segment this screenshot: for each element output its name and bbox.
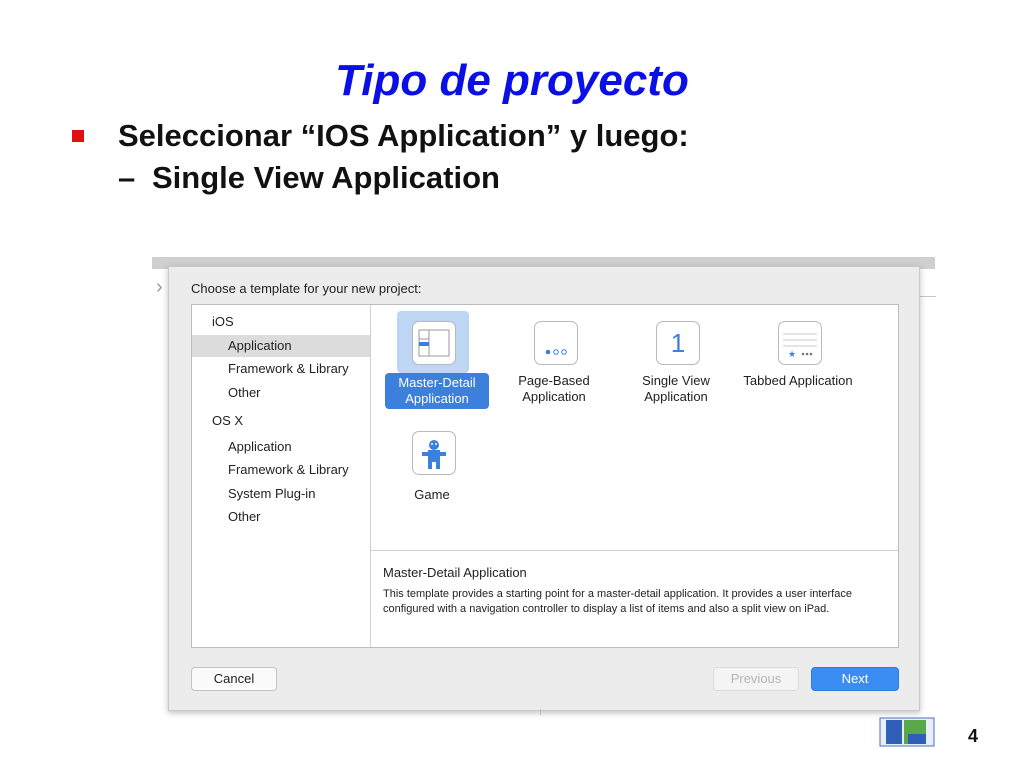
template-label: Page-Based Application: [518, 373, 590, 404]
sidebar-item-label: Framework & Library: [228, 462, 349, 477]
description-title: Master-Detail Application: [383, 565, 527, 580]
divider: [540, 709, 541, 715]
template-label: Single View Application: [642, 373, 710, 404]
sidebar-item-label: Application: [228, 338, 292, 353]
single-view-glyph: 1: [670, 328, 686, 358]
sidebar-header-osx[interactable]: OS X: [192, 410, 370, 432]
slide-title: Tipo de proyecto: [335, 56, 689, 105]
dialog-heading: Choose a template for your new project:: [191, 281, 422, 296]
bullet-line-2: – Single View Application: [118, 160, 500, 196]
template-label: Master-Detail Application: [385, 373, 489, 409]
dash-marker: –: [118, 160, 136, 195]
sidebar-item-ios-other[interactable]: Other: [192, 382, 370, 404]
chevron-right-icon: ›: [156, 276, 163, 298]
bullet-square-icon: [72, 130, 84, 142]
bullet-line-2-text: Single View Application: [152, 160, 500, 195]
bullet-line-1: Seleccionar “IOS Application” y luego:: [118, 118, 689, 153]
template-tabbed[interactable]: ★ Tabbed Application: [743, 309, 853, 419]
tabbed-icon: ★: [778, 321, 822, 365]
template-page-based[interactable]: Page-Based Application: [499, 309, 609, 419]
template-chooser-dialog: Choose a template for your new project: …: [168, 266, 920, 711]
svg-text:★: ★: [788, 350, 796, 360]
cancel-button[interactable]: Cancel: [191, 667, 277, 691]
divider: [918, 296, 936, 297]
master-detail-icon: [412, 321, 456, 365]
template-single-view[interactable]: 1 Single View Application: [621, 309, 731, 419]
previous-button[interactable]: Previous: [713, 667, 799, 691]
platform-sidebar: iOS Application Framework & Library Othe…: [192, 305, 371, 647]
template-master-detail[interactable]: Master-Detail Application: [377, 309, 489, 419]
sidebar-item-osx-other[interactable]: Other: [192, 506, 370, 528]
sidebar-item-label: Framework & Library: [228, 361, 349, 376]
sidebar-item-label: System Plug-in: [228, 486, 316, 501]
template-description: Master-Detail Application This template …: [371, 550, 898, 648]
sidebar-item-osx-framework[interactable]: Framework & Library: [192, 459, 370, 481]
template-label: Game: [414, 487, 450, 502]
sidebar-header-ios[interactable]: iOS: [192, 311, 370, 333]
sidebar-item-label: iOS: [212, 314, 234, 329]
sidebar-item-ios-framework[interactable]: Framework & Library: [192, 358, 370, 380]
template-grid: Master-Detail Application Page-Based App…: [371, 305, 898, 550]
sidebar-item-label: Other: [228, 509, 261, 524]
sidebar-item-label: Other: [228, 385, 261, 400]
template-game[interactable]: Game: [377, 419, 487, 529]
sidebar-item-osx-plugin[interactable]: System Plug-in: [192, 483, 370, 505]
single-view-icon: 1: [656, 321, 700, 365]
institution-logo: [878, 716, 936, 748]
page-based-icon: [534, 321, 578, 365]
template-panel: iOS Application Framework & Library Othe…: [191, 304, 899, 648]
sidebar-item-label: Application: [228, 439, 292, 454]
template-label: Tabbed Application: [743, 373, 853, 388]
next-button[interactable]: Next: [811, 667, 899, 691]
sidebar-item-ios-application[interactable]: Application: [192, 335, 370, 357]
sidebar-item-label: OS X: [212, 413, 244, 428]
sidebar-item-osx-application[interactable]: Application: [192, 436, 370, 458]
page-number: 4: [968, 726, 979, 746]
description-body: This template provides a starting point …: [383, 588, 852, 615]
game-icon: [412, 431, 456, 475]
